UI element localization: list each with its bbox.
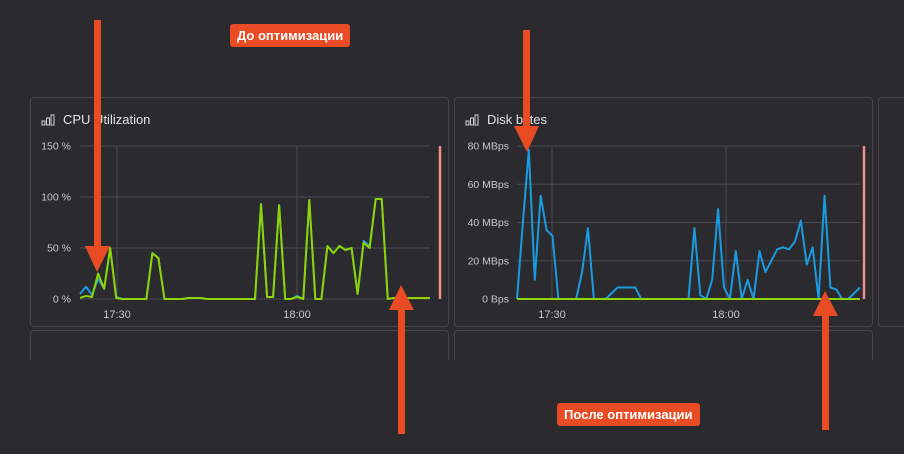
panel-below-right bbox=[454, 330, 873, 360]
partial-panel-edge bbox=[878, 97, 904, 327]
panel-title: CPU Utilization bbox=[63, 112, 151, 127]
cpu-utilization-panel: CPU Utilization bbox=[30, 97, 449, 327]
after-optimization-badge: После оптимизации bbox=[557, 403, 700, 426]
panel-below-left bbox=[30, 330, 449, 360]
disk-bytes-panel: Disk bytes bbox=[454, 97, 873, 327]
before-optimization-badge: До оптимизации bbox=[230, 24, 351, 47]
bar-chart-icon bbox=[41, 114, 55, 126]
bar-chart-icon bbox=[465, 114, 479, 126]
panel-title: Disk bytes bbox=[487, 112, 547, 127]
